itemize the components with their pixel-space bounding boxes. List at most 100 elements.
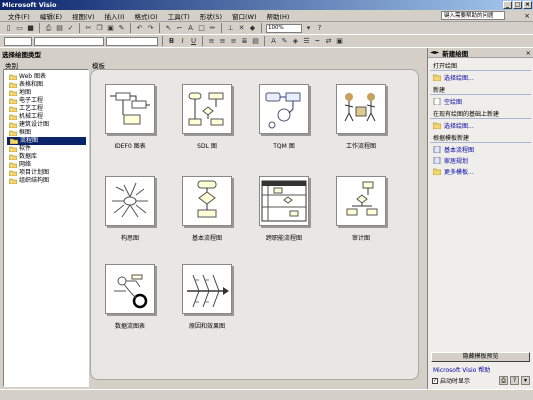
align-left-icon[interactable]: ≡ xyxy=(207,37,216,46)
category-item[interactable]: 地图 xyxy=(6,89,86,97)
zoom-dropdown-icon[interactable]: ▾ xyxy=(304,24,313,33)
justify-icon[interactable]: ≣ xyxy=(240,37,249,46)
paste-icon[interactable]: ▣ xyxy=(106,24,115,33)
hide-template-preview-button[interactable]: 隐藏模板预览 xyxy=(431,352,530,362)
category-label: 软件 xyxy=(19,145,32,152)
category-item[interactable]: 项目计划图 xyxy=(6,169,86,177)
template-name: 数据流图表 xyxy=(114,323,145,330)
category-item[interactable]: 工艺工程 xyxy=(6,105,86,113)
font-size-select[interactable] xyxy=(106,36,158,46)
visio-help-link[interactable]: Microsoft Visio 帮助 xyxy=(433,365,490,374)
link-choose-existing-drawing[interactable]: 选择绘图... xyxy=(428,119,533,130)
font-color-icon[interactable]: A xyxy=(269,37,278,46)
category-item[interactable]: 框图 xyxy=(6,129,86,137)
category-item[interactable]: 软件 xyxy=(6,145,86,153)
zoom-select[interactable]: 100% xyxy=(266,23,302,33)
spelling-icon[interactable]: ✓ xyxy=(66,24,75,33)
menu-view[interactable]: 视图(V) xyxy=(67,11,100,21)
pencil-tool-icon[interactable]: ✏ xyxy=(208,24,217,33)
open-folder-icon[interactable]: ▭ xyxy=(15,24,24,33)
save-icon[interactable]: ■ xyxy=(26,24,35,33)
category-item[interactable]: 组织结构图 xyxy=(6,177,86,185)
text-block-icon[interactable]: ▤ xyxy=(251,37,260,46)
close-button[interactable]: × xyxy=(523,1,532,9)
menu-insert[interactable]: 插入(I) xyxy=(100,11,130,21)
font-select[interactable] xyxy=(34,36,104,46)
redo-icon[interactable]: ↷ xyxy=(146,24,155,33)
template-workflow[interactable]: 工作流程图 xyxy=(329,84,393,150)
template-tqm[interactable]: TQM 图 xyxy=(252,84,316,150)
help-question-input[interactable]: 键入需要帮助的问题 xyxy=(441,11,505,20)
category-item[interactable]: 表格和图 xyxy=(6,81,86,89)
line-ends-icon[interactable]: ⇄ xyxy=(324,37,333,46)
template-thumbnail xyxy=(336,176,386,226)
category-item[interactable]: 机械工程 xyxy=(6,113,86,121)
bold-icon[interactable]: B xyxy=(167,37,176,46)
pointer-tool-icon[interactable]: ↖ xyxy=(164,24,173,33)
connection-point-icon[interactable]: ✕ xyxy=(237,24,246,33)
template-icon xyxy=(433,146,441,153)
show-at-startup[interactable]: ✓ 启动时显示 xyxy=(432,376,470,385)
category-item[interactable]: 网络 xyxy=(6,161,86,169)
undo-icon[interactable]: ↶ xyxy=(135,24,144,33)
link-more-templates[interactable]: 更多模板... xyxy=(428,165,533,176)
shadow-icon[interactable]: ▣ xyxy=(335,37,344,46)
maximize-button[interactable]: □ xyxy=(513,1,522,9)
help-icon[interactable]: ? xyxy=(510,376,519,385)
minimize-button[interactable]: _ xyxy=(503,1,512,9)
menu-edit[interactable]: 编辑(E) xyxy=(35,11,67,21)
print-icon[interactable]: ⎙ xyxy=(44,24,53,33)
new-document-icon[interactable]: ▯ xyxy=(4,24,13,33)
print-icon[interactable]: ⎙ xyxy=(499,376,508,385)
menu-shape[interactable]: 形状(S) xyxy=(195,11,227,21)
format-painter-icon[interactable]: ✎ xyxy=(117,24,126,33)
back-arrow-icon[interactable]: ◄► xyxy=(430,49,439,56)
section-open-drawing: 打开绘图 xyxy=(430,58,531,71)
menu-tools[interactable]: 工具(T) xyxy=(163,11,195,21)
task-pane-close-icon[interactable]: × xyxy=(526,49,531,57)
link-blank-drawing[interactable]: 空绘图 xyxy=(428,95,533,106)
italic-icon[interactable]: I xyxy=(178,37,187,46)
template-brainstorming[interactable]: 构思图 xyxy=(98,176,162,242)
template-audit[interactable]: 审计图 xyxy=(329,176,393,242)
startup-checkbox[interactable]: ✓ xyxy=(432,377,438,384)
line-pattern-icon[interactable]: ┅ xyxy=(313,37,322,46)
category-item[interactable]: 数据库 xyxy=(6,153,86,161)
align-center-icon[interactable]: ≡ xyxy=(218,37,227,46)
stamp-tool-icon[interactable]: ⊥ xyxy=(226,24,235,33)
category-item[interactable]: 建筑设计图 xyxy=(6,121,86,129)
connector-tool-icon[interactable]: ⌐ xyxy=(175,24,184,33)
style-select[interactable] xyxy=(4,36,32,46)
document-close-icon[interactable]: × xyxy=(524,12,530,20)
line-weight-icon[interactable]: ☰ xyxy=(302,37,311,46)
template-sdl[interactable]: SDL 图 xyxy=(175,84,239,150)
dropdown-icon[interactable]: ▾ xyxy=(521,376,530,385)
category-label: 组织结构图 xyxy=(19,177,50,184)
menu-format[interactable]: 格式(O) xyxy=(130,11,163,21)
category-item[interactable]: Web 图表 xyxy=(6,73,86,81)
link-basic-flowchart[interactable]: 基本流程图 xyxy=(428,143,533,154)
text-tool-icon[interactable]: A xyxy=(186,24,195,33)
align-right-icon[interactable]: ≡ xyxy=(229,37,238,46)
template-idef0[interactable]: IDEF0 图表 xyxy=(98,84,162,150)
shapes-icon[interactable]: ◆ xyxy=(248,24,257,33)
rectangle-tool-icon[interactable]: □ xyxy=(197,24,206,33)
link-choose-drawing[interactable]: 选择绘图... xyxy=(428,71,533,82)
template-cross-functional[interactable]: 跨职能流程图 xyxy=(252,176,316,242)
line-color-icon[interactable]: ✎ xyxy=(280,37,289,46)
underline-icon[interactable]: U xyxy=(189,37,198,46)
menu-file[interactable]: 文件(F) xyxy=(3,11,35,21)
category-item[interactable]: 电子工程 xyxy=(6,97,86,105)
category-item[interactable]: 流程图 xyxy=(7,137,86,145)
menu-window[interactable]: 窗口(W) xyxy=(227,11,262,21)
cut-icon[interactable]: ✂ xyxy=(84,24,93,33)
template-basic-flowchart[interactable]: 基本流程图 xyxy=(175,176,239,242)
copy-icon[interactable]: ❐ xyxy=(95,24,104,33)
link-home-plan[interactable]: 家居规划 xyxy=(428,154,533,165)
menu-help[interactable]: 帮助(H) xyxy=(261,11,294,21)
fill-color-icon[interactable]: ◈ xyxy=(291,37,300,46)
template-cause-effect[interactable]: 原因和效果图 xyxy=(175,264,239,330)
template-data-flow[interactable]: 数据流图表 xyxy=(98,264,162,330)
print-preview-icon[interactable]: ▤ xyxy=(55,24,64,33)
help-icon[interactable]: ? xyxy=(315,24,324,33)
